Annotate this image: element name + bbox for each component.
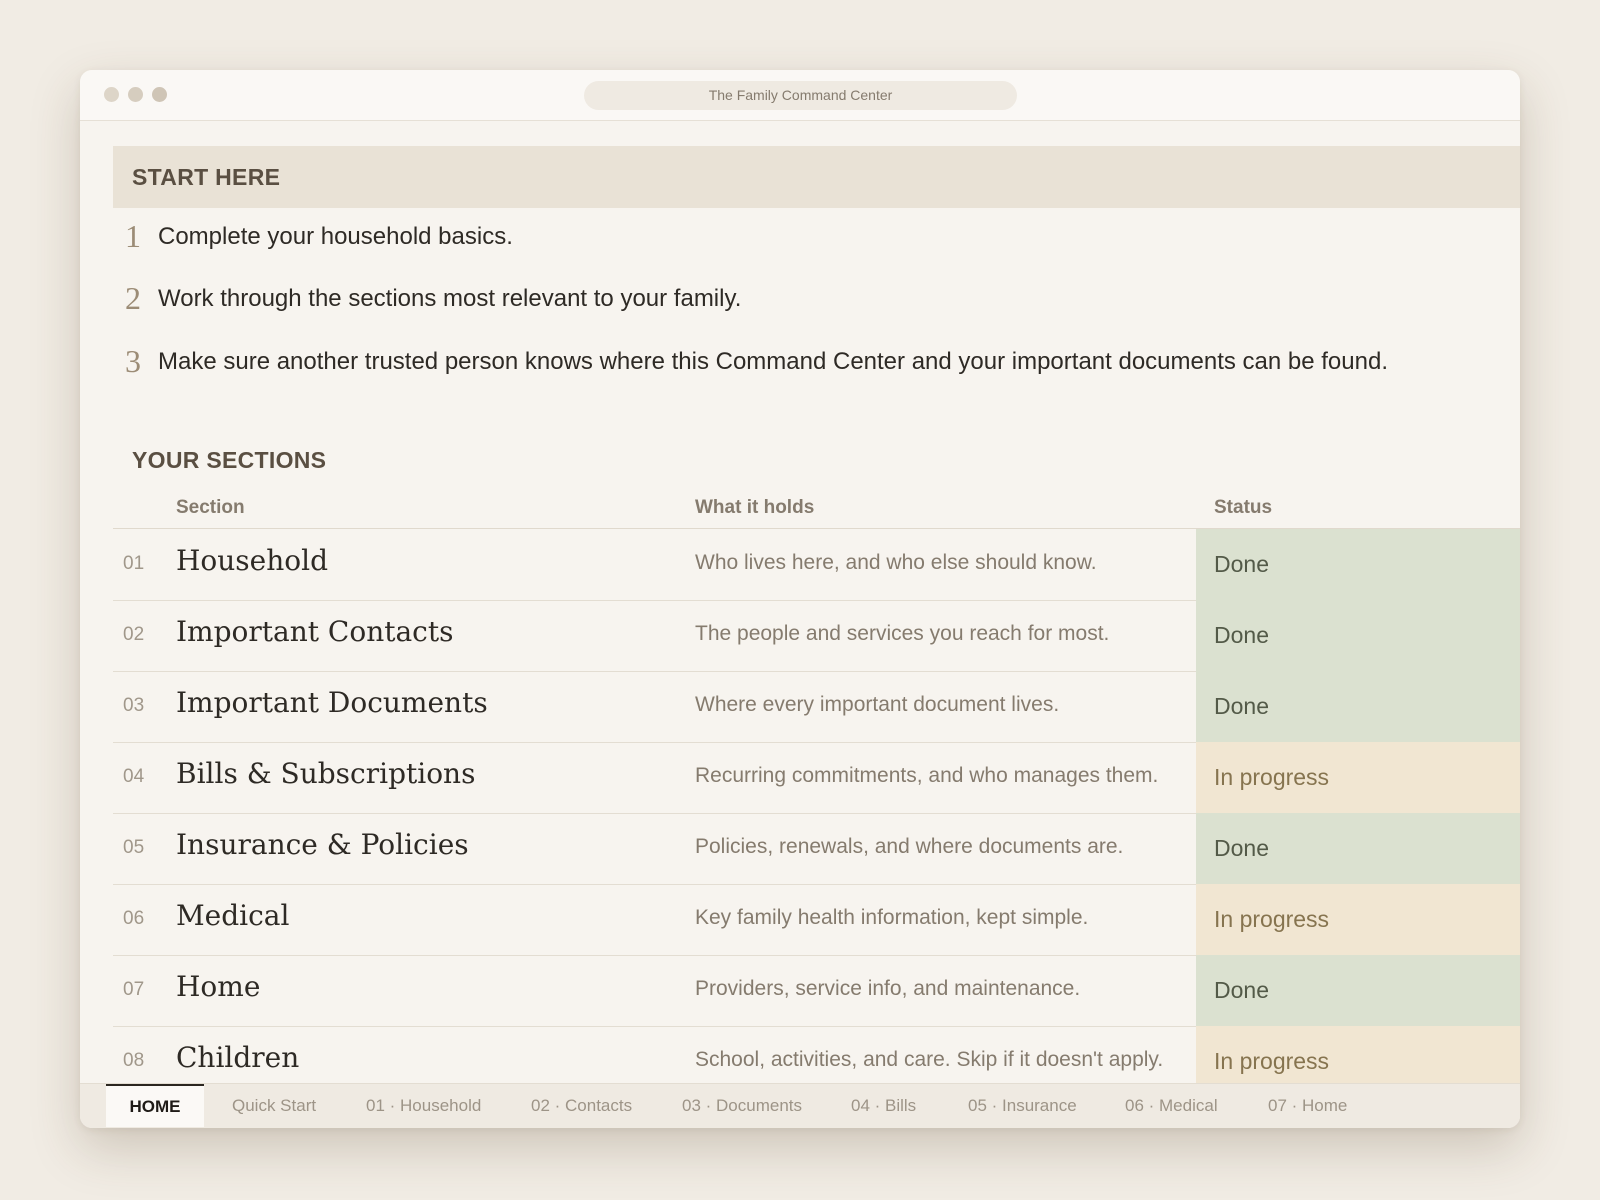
table-header: Section What it holds Status — [113, 491, 1520, 529]
maximize-window-button[interactable] — [152, 87, 167, 102]
close-window-button[interactable] — [104, 87, 119, 102]
app-window: The Family Command Center START HERE 1 C… — [80, 70, 1520, 1128]
row-number: 04 — [123, 766, 145, 787]
section-description: Recurring commitments, and who manages t… — [695, 764, 1159, 787]
column-header-what: What it holds — [695, 497, 815, 518]
status-cell[interactable]: Done — [1196, 955, 1520, 1026]
row-number: 05 — [123, 837, 145, 858]
sheet-tab-8[interactable]: 07 · Home — [1268, 1084, 1347, 1127]
section-name[interactable]: Household — [176, 544, 328, 577]
minimize-window-button[interactable] — [128, 87, 143, 102]
table-row[interactable]: 06 Medical Key family health information, … — [113, 884, 1520, 956]
row-number: 02 — [123, 624, 145, 645]
step-text: Work through the sections most relevant … — [158, 285, 742, 312]
sheet-tab-5[interactable]: 04 · Bills — [851, 1084, 916, 1127]
sheet-tab-6[interactable]: 05 · Insurance — [968, 1084, 1077, 1127]
section-description: School, activities, and care. Skip if it… — [695, 1048, 1164, 1071]
step-text: Make sure another trusted person knows w… — [158, 348, 1388, 375]
sheet-tab-4[interactable]: 03 · Documents — [682, 1084, 802, 1127]
step-number: 2 — [125, 280, 141, 316]
table-row[interactable]: 03 Important Documents Where every importa… — [113, 671, 1520, 743]
row-number: 08 — [123, 1050, 145, 1071]
section-name[interactable]: Bills & Subscriptions — [176, 757, 475, 790]
status-cell[interactable]: In progress — [1196, 884, 1520, 955]
sheet-tab-2[interactable]: 01 · Household — [366, 1084, 481, 1127]
sheet-tab-bar: HOME Quick Start 01 · Household 02 · Contac… — [80, 1083, 1520, 1128]
sheet-tab-7[interactable]: 06 · Medical — [1125, 1084, 1218, 1127]
status-cell[interactable]: In progress — [1196, 742, 1520, 813]
section-name[interactable]: Insurance & Policies — [176, 828, 469, 861]
section-name[interactable]: Medical — [176, 899, 289, 932]
row-number: 07 — [123, 979, 145, 1000]
section-description: The people and services you reach for mo… — [695, 622, 1110, 645]
column-header-status: Status — [1214, 497, 1273, 518]
row-number: 03 — [123, 695, 145, 716]
start-here-heading: START HERE — [132, 164, 281, 190]
sheet-tab-home[interactable]: HOME — [106, 1084, 204, 1127]
sections-heading: YOUR SECTIONS — [132, 447, 327, 473]
step-number: 1 — [125, 218, 141, 254]
status-cell[interactable]: Done — [1196, 671, 1520, 742]
status-cell[interactable]: Done — [1196, 529, 1520, 600]
window-title: The Family Command Center — [584, 81, 1017, 110]
sheet-tab-1[interactable]: Quick Start — [232, 1084, 316, 1127]
status-cell[interactable]: Done — [1196, 813, 1520, 884]
table-row[interactable]: 01 Household Who lives here, and who else … — [113, 529, 1520, 601]
section-description: Policies, renewals, and where documents … — [695, 835, 1124, 858]
section-name[interactable]: Important Documents — [176, 686, 488, 719]
table-row[interactable]: 02 Important Contacts The people and servi… — [113, 600, 1520, 672]
section-name[interactable]: Children — [176, 1041, 299, 1074]
section-description: Who lives here, and who else should know… — [695, 551, 1097, 574]
section-description: Key family health information, kept simp… — [695, 906, 1089, 929]
column-header-section: Section — [176, 497, 245, 518]
status-cell[interactable]: Done — [1196, 600, 1520, 671]
table-row[interactable]: 08 Children School, activities, and care. … — [113, 1026, 1520, 1084]
row-number: 06 — [123, 908, 145, 929]
section-name[interactable]: Important Contacts — [176, 615, 453, 648]
step-text: Complete your household basics. — [158, 223, 513, 250]
table-row[interactable]: 04 Bills & Subscriptions Recurring commitm… — [113, 742, 1520, 814]
sheet-content[interactable]: START HERE 1 Complete your household bas… — [80, 121, 1520, 1084]
step-number: 3 — [125, 343, 141, 379]
title-bar: The Family Command Center — [80, 70, 1520, 121]
section-description: Providers, service info, and maintenance… — [695, 977, 1081, 1000]
section-description: Where every important document lives. — [695, 693, 1060, 716]
table-row[interactable]: 05 Insurance & Policies Policies, renewals… — [113, 813, 1520, 885]
row-number: 01 — [123, 553, 145, 574]
table-row[interactable]: 07 Home Providers, service info, and maint… — [113, 955, 1520, 1027]
sheet-tab-3[interactable]: 02 · Contacts — [531, 1084, 632, 1127]
section-name[interactable]: Home — [176, 970, 260, 1003]
start-here-banner: START HERE — [113, 146, 1520, 208]
status-cell[interactable]: In progress — [1196, 1026, 1520, 1084]
